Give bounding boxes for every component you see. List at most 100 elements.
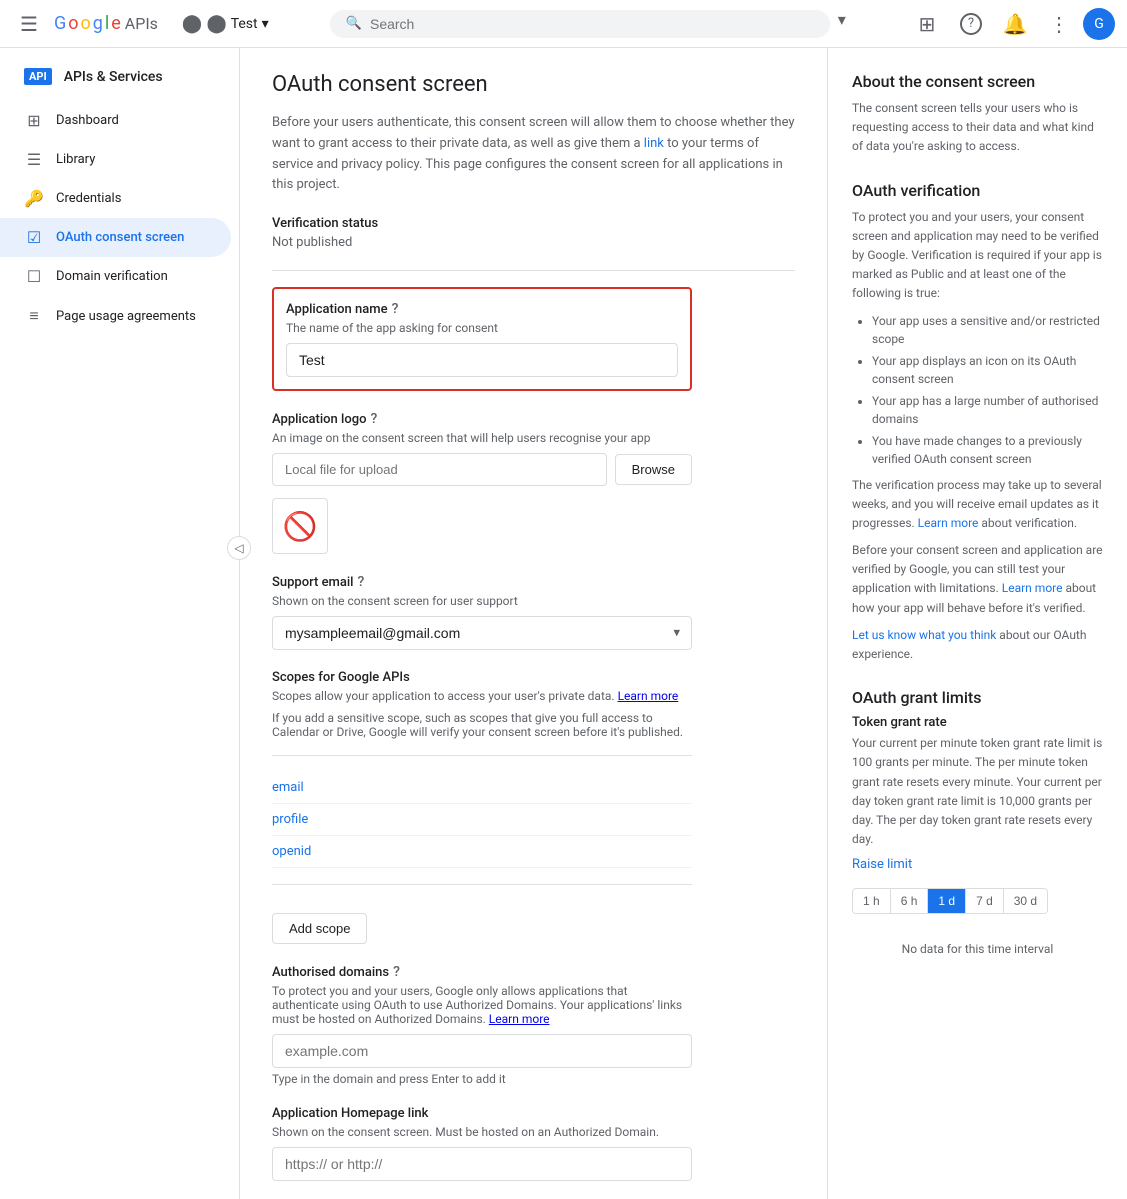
sidebar-item-library[interactable]: ☰ Library	[0, 140, 231, 179]
about-consent-section: About the consent screen The consent scr…	[852, 72, 1103, 157]
app-logo-hint: An image on the consent screen that will…	[272, 431, 692, 445]
search-icon: 🔍	[346, 16, 362, 31]
token-rate-text: Your current per minute token grant rate…	[852, 734, 1103, 849]
right-panel: About the consent screen The consent scr…	[827, 48, 1127, 1199]
description-link[interactable]: link	[644, 136, 664, 151]
list-item-changes: You have made changes to a previously ve…	[872, 432, 1103, 468]
oauth-verification-intro: To protect you and your users, your cons…	[852, 208, 1103, 304]
page-usage-icon: ≡	[24, 306, 44, 326]
search-bar[interactable]: 🔍	[330, 10, 830, 38]
list-item-sensitive: Your app uses a sensitive and/or restric…	[872, 312, 1103, 348]
app-name-input[interactable]	[286, 343, 678, 377]
search-dropdown-icon[interactable]: ▾	[838, 10, 846, 38]
time-btn-6h[interactable]: 6 h	[891, 889, 929, 913]
library-icon: ☰	[24, 150, 44, 169]
no-data-text: No data for this time interval	[852, 926, 1103, 972]
app-logo-label: Application logo ?	[272, 411, 692, 427]
help-icon: ?	[960, 13, 982, 35]
domain-icon: ☐	[24, 267, 44, 286]
api-badge: API	[24, 68, 52, 85]
time-btn-1d[interactable]: 1 d	[928, 889, 966, 913]
logo-file-input[interactable]	[272, 453, 607, 486]
support-email-select[interactable]: mysampleemail@gmail.com	[272, 616, 692, 650]
app-name-hint: The name of the app asking for consent	[286, 321, 678, 335]
grant-limits-title: OAuth grant limits	[852, 688, 1103, 707]
authorised-domains-learn-more[interactable]: Learn more	[489, 1012, 550, 1026]
raise-limit-link[interactable]: Raise limit	[852, 857, 1103, 872]
more-options-btn[interactable]: ⋮	[1039, 4, 1079, 44]
project-selector[interactable]: ⬤ ⬤ Test ▾	[182, 13, 269, 34]
support-email-wrapper: mysampleemail@gmail.com ▾	[272, 616, 692, 650]
scopes-learn-more-link[interactable]: Learn more	[618, 689, 679, 703]
sidebar-item-domain[interactable]: ☐ Domain verification	[0, 257, 231, 296]
time-selector: 1 h 6 h 1 d 7 d 30 d	[852, 888, 1048, 914]
support-email-hint: Shown on the consent screen for user sup…	[272, 594, 692, 608]
grant-limits-section: OAuth grant limits Token grant rate Your…	[852, 688, 1103, 972]
scope-email: email	[272, 772, 692, 804]
about-consent-title: About the consent screen	[852, 72, 1103, 91]
search-input[interactable]	[370, 16, 814, 32]
app-name-section: Application name ? The name of the app a…	[272, 287, 692, 391]
oauth-footer2: Before your consent screen and applicati…	[852, 541, 1103, 618]
browse-button[interactable]: Browse	[615, 454, 692, 485]
learn-more-limitations-link[interactable]: Learn more	[1002, 581, 1063, 595]
google-logo: Google APIs	[54, 13, 158, 34]
page-title: OAuth consent screen	[272, 72, 795, 97]
notifications-icon-btn[interactable]: 🔔	[995, 4, 1035, 44]
help-icon-btn[interactable]: ?	[951, 4, 991, 44]
sidebar-item-page-usage[interactable]: ≡ Page usage agreements	[0, 296, 231, 336]
let-us-know-link[interactable]: Let us know what you think	[852, 628, 996, 642]
apps-icon-btn[interactable]: ⊞	[907, 4, 947, 44]
more-icon: ⋮	[1049, 12, 1069, 36]
sidebar-item-credentials[interactable]: 🔑 Credentials	[0, 179, 231, 218]
top-nav: ☰ Google APIs ⬤ ⬤ Test ▾ 🔍 ▾ ⊞ ? 🔔 ⋮	[0, 0, 1127, 48]
bell-icon: 🔔	[1003, 12, 1028, 36]
authorised-domains-help-icon[interactable]: ?	[393, 964, 400, 980]
scopes-hint: Scopes allow your application to access …	[272, 689, 692, 703]
authorised-domains-section: Authorised domains ? To protect you and …	[272, 964, 692, 1086]
oauth-verification-section: OAuth verification To protect you and yo…	[852, 181, 1103, 665]
time-btn-30d[interactable]: 30 d	[1004, 889, 1047, 913]
oauth-verification-list: Your app uses a sensitive and/or restric…	[872, 312, 1103, 468]
project-dots-icon: ⬤ ⬤	[182, 13, 227, 34]
sidebar-header-label: APIs & Services	[64, 69, 163, 85]
oauth-verification-title: OAuth verification	[852, 181, 1103, 200]
support-email-section: Support email ? Shown on the consent scr…	[272, 574, 692, 650]
app-name-help-icon[interactable]: ?	[392, 301, 399, 317]
authorised-domains-enter-hint: Type in the domain and press Enter to ad…	[272, 1072, 692, 1086]
credentials-icon: 🔑	[24, 189, 44, 208]
add-scope-button[interactable]: Add scope	[272, 913, 367, 944]
homepage-input[interactable]	[272, 1147, 692, 1181]
learn-more-verification-link[interactable]: Learn more	[918, 516, 979, 530]
support-email-help-icon[interactable]: ?	[358, 574, 365, 590]
scope-profile: profile	[272, 804, 692, 836]
sidebar-item-dashboard[interactable]: ⊞ Dashboard	[0, 101, 231, 140]
homepage-section: Application Homepage link Shown on the c…	[272, 1106, 692, 1181]
scopes-section: Scopes for Google APIs Scopes allow your…	[272, 670, 692, 944]
scopes-hint2: If you add a sensitive scope, such as sc…	[272, 711, 692, 739]
dashboard-icon: ⊞	[24, 111, 44, 130]
app-logo-section: Application logo ? An image on the conse…	[272, 411, 692, 554]
sidebar: API APIs & Services ⊞ Dashboard ☰ Librar…	[0, 48, 240, 1199]
sidebar-collapse-btn[interactable]: ◁	[227, 536, 251, 560]
scope-openid: openid	[272, 836, 692, 868]
sidebar-header: API APIs & Services	[0, 56, 239, 101]
main-content: OAuth consent screen Before your users a…	[240, 48, 827, 1199]
oauth-icon: ☑	[24, 228, 44, 247]
logo-upload-row: Browse	[272, 453, 692, 486]
app-logo-help-icon[interactable]: ?	[370, 411, 377, 427]
hamburger-menu[interactable]: ☰	[12, 4, 46, 44]
project-dropdown-icon: ▾	[262, 16, 269, 32]
homepage-hint: Shown on the consent screen. Must be hos…	[272, 1125, 692, 1139]
support-email-label: Support email ?	[272, 574, 692, 590]
sidebar-item-oauth[interactable]: ☑ OAuth consent screen	[0, 218, 231, 257]
description-text: Before your users authenticate, this con…	[272, 113, 795, 196]
token-rate-title: Token grant rate	[852, 715, 1103, 730]
time-btn-1h[interactable]: 1 h	[853, 889, 891, 913]
no-logo-icon: 🚫	[283, 510, 318, 543]
authorised-domains-input[interactable]	[272, 1034, 692, 1068]
time-btn-7d[interactable]: 7 d	[966, 889, 1004, 913]
authorised-domains-label: Authorised domains ?	[272, 964, 692, 980]
user-avatar[interactable]: G	[1083, 8, 1115, 40]
scopes-label: Scopes for Google APIs	[272, 670, 692, 685]
